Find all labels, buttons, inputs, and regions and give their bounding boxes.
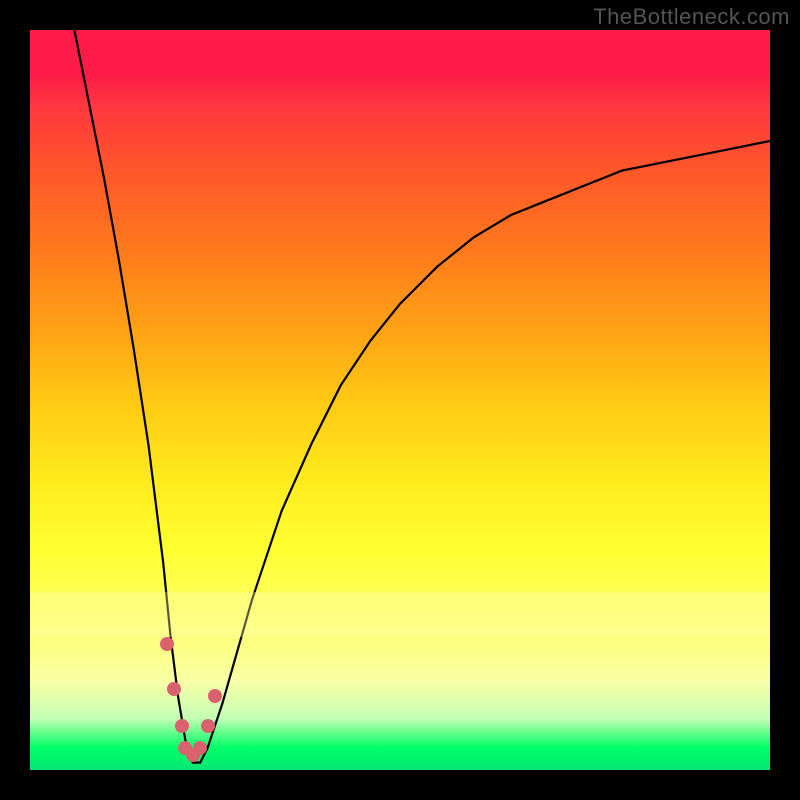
curve-marker <box>201 719 215 733</box>
curve-marker <box>193 741 207 755</box>
chart-stage: TheBottleneck.com <box>0 0 800 800</box>
curve-marker <box>208 689 222 703</box>
watermark-text: TheBottleneck.com <box>593 4 790 30</box>
curve-marker <box>175 719 189 733</box>
highlight-band <box>30 592 770 636</box>
curve-marker <box>160 637 174 651</box>
bottleneck-curve <box>30 30 770 770</box>
plot-area <box>30 30 770 770</box>
curve-marker <box>167 682 181 696</box>
